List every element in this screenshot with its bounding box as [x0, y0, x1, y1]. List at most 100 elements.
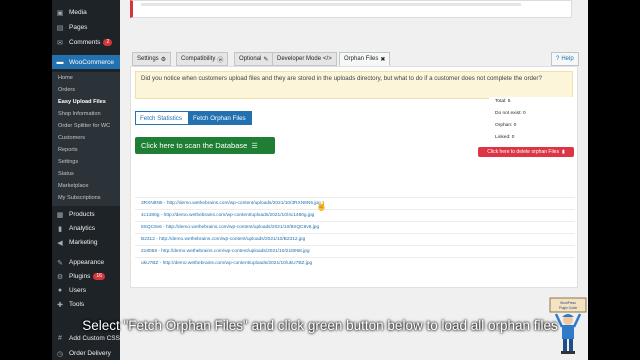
delivery-icon: ◷	[56, 350, 64, 358]
sidebar-item-marketing[interactable]: ◀ Marketing	[52, 236, 120, 249]
tab-developer-mode[interactable]: Developer Mode </>	[272, 52, 337, 66]
sidebar-item-pages[interactable]: ▤ Pages	[52, 21, 120, 34]
sidebar-item-media[interactable]: ▣ Media	[52, 6, 120, 19]
mouse-cursor-icon: ☝	[316, 201, 328, 211]
trash-icon: ▮	[561, 149, 565, 155]
sidebar-item-order-delivery[interactable]: ◷ Order Delivery	[52, 347, 120, 360]
scan-database-button[interactable]: Click here to scan the Database ☰	[135, 137, 275, 154]
tools-icon: ✚	[57, 301, 63, 309]
stat-linked: Linked: 0	[495, 135, 515, 140]
media-icon: ▣	[56, 9, 64, 17]
comments-icon: ✉	[57, 39, 63, 47]
products-icon: ▦	[56, 211, 64, 219]
help-label: Help	[561, 56, 574, 62]
fetch-orphan-files-button[interactable]: Fetch Orphan Files	[188, 111, 252, 125]
mascot-icon: WordPress Plugin Guide	[549, 297, 587, 354]
submenu-reports[interactable]: Reports	[58, 147, 78, 153]
svg-text:WordPress: WordPress	[560, 301, 576, 305]
tab-label: Orphan Files	[344, 56, 379, 62]
main-content: Settings ⚙ Compatibility ⓦ Optional ✎ De…	[120, 0, 588, 360]
sidebar-item-products[interactable]: ▦ Products	[52, 208, 120, 221]
orphan-files-panel: Did you notice when customers upload fil…	[130, 66, 578, 288]
tab-label: Compatibility	[181, 56, 216, 62]
sidebar-item-label: Media	[69, 9, 87, 16]
plugins-badge: 16	[93, 273, 105, 280]
help-button[interactable]: ? Help	[551, 52, 579, 66]
tab-label: Settings	[137, 56, 159, 62]
edit-icon: ✎	[263, 56, 269, 63]
list-item[interactable]: 3RXN8N5 - http://demo.wethebrains.com/wp…	[135, 197, 575, 209]
submenu-home[interactable]: Home	[58, 75, 73, 81]
submenu-status[interactable]: Status	[58, 171, 74, 177]
sidebar-item-label: Marketing	[69, 239, 98, 246]
submenu-marketplace[interactable]: Marketplace	[58, 183, 88, 189]
tab-compatibility[interactable]: Compatibility ⓦ	[176, 52, 229, 66]
plugins-icon: ⚙	[56, 273, 64, 281]
submenu-customers[interactable]: Customers	[58, 135, 85, 141]
code-icon: </>	[323, 56, 332, 62]
tab-label: Optional	[239, 56, 262, 62]
sidebar-item-appearance[interactable]: ✎ Appearance	[52, 256, 120, 269]
delete-button-label: Click here to delete orphan Files	[487, 149, 559, 155]
sidebar-item-analytics[interactable]: ▮ Analytics	[52, 222, 120, 235]
stat-not-exist: Do not exist: 0	[495, 111, 526, 116]
sidebar-item-label: Analytics	[69, 225, 96, 232]
sidebar-item-label: Comments	[69, 39, 101, 46]
scan-button-label: Click here to scan the Database	[141, 141, 248, 150]
appearance-icon: ✎	[57, 259, 63, 267]
browser-frame: ▣ Media ▤ Pages ✉ Comments 2 ▬ WooCommer…	[52, 0, 588, 360]
delete-orphan-files-button[interactable]: Click here to delete orphan Files ▮	[478, 147, 574, 157]
tab-label: Developer Mode	[277, 56, 322, 62]
submenu-my-subscriptions[interactable]: My Subscriptions	[58, 195, 101, 201]
users-icon: ●	[57, 287, 63, 294]
sidebar-item-users[interactable]: ● Users	[52, 284, 120, 297]
orphan-notice: Did you notice when customers upload fil…	[135, 71, 573, 99]
woocommerce-icon: ▬	[56, 58, 64, 66]
list-item[interactable]: 4c1480g - http://demo.wethebrains.com/wp…	[135, 209, 575, 221]
wordpress-icon: ⓦ	[217, 57, 224, 64]
css-icon: #	[58, 335, 62, 342]
help-icon: ?	[556, 56, 560, 62]
submenu-settings[interactable]: Settings	[58, 159, 78, 165]
top-notice	[130, 0, 572, 18]
list-item[interactable]: ukU7BZ - http://demo.wethebrains.com/wp-…	[135, 257, 575, 269]
stats-box: Total: 5 Do not exist: 0 Orphan: 0 Linke…	[489, 97, 575, 143]
sidebar-item-plugins[interactable]: ⚙ Plugins 16	[52, 270, 120, 283]
fetch-statistics-button[interactable]: Fetch Statistics	[135, 111, 189, 125]
svg-text:Plugin Guide: Plugin Guide	[559, 306, 577, 310]
sidebar-item-add-custom-css[interactable]: # Add Custom CSS	[52, 332, 120, 345]
sidebar-item-comments[interactable]: ✉ Comments 2	[52, 36, 120, 49]
database-icon: ☰	[251, 142, 258, 150]
sidebar-item-label: Add Custom CSS	[69, 335, 120, 342]
tab-optional[interactable]: Optional ✎	[234, 52, 274, 66]
woocommerce-submenu: Home Orders Easy Upload Files Shop Infor…	[52, 72, 120, 206]
sidebar-item-label: Order Delivery	[69, 350, 111, 357]
submenu-easy-upload-files[interactable]: Easy Upload Files	[58, 99, 106, 105]
stat-total: Total: 5	[495, 99, 511, 104]
sidebar-item-label: Pages	[69, 24, 88, 31]
submenu-order-splitter[interactable]: Order Splitter for WC	[58, 123, 110, 129]
sidebar-item-tools[interactable]: ✚ Tools	[52, 298, 120, 311]
comments-badge: 2	[103, 39, 113, 46]
admin-sidebar: ▣ Media ▤ Pages ✉ Comments 2 ▬ WooCommer…	[52, 0, 120, 360]
stat-orphan: Orphan: 0	[495, 123, 517, 128]
sidebar-item-label: Plugins	[69, 273, 91, 280]
pages-icon: ▤	[56, 24, 64, 32]
sidebar-item-label: Users	[69, 287, 86, 294]
list-item[interactable]: B2312 - http://demo.wethebrains.com/wp-c…	[135, 233, 575, 245]
submenu-shop-information[interactable]: Shop Information	[58, 111, 101, 117]
list-item[interactable]: 8SQC8v6 - http://demo.wethebrains.com/wp…	[135, 221, 575, 233]
list-item[interactable]: 218058 - http://demo.wethebrains.com/wp-…	[135, 245, 575, 257]
marketing-icon: ◀	[57, 239, 63, 247]
analytics-icon: ▮	[58, 225, 62, 233]
tab-orphan-files[interactable]: Orphan Files ✖	[339, 52, 391, 66]
sidebar-item-label: WooCommerce	[69, 58, 115, 66]
video-caption: Select "Fetch Orphan Files" and click gr…	[82, 318, 558, 333]
sidebar-item-label: Tools	[69, 301, 85, 308]
sidebar-item-label: Products	[69, 211, 95, 218]
sidebar-item-woocommerce[interactable]: ▬ WooCommerce	[52, 55, 120, 69]
submenu-orders[interactable]: Orders	[58, 87, 75, 93]
tab-settings[interactable]: Settings ⚙	[132, 52, 172, 66]
settings-gear-icon: ⚙	[160, 56, 167, 63]
sidebar-item-label: Appearance	[69, 259, 105, 266]
